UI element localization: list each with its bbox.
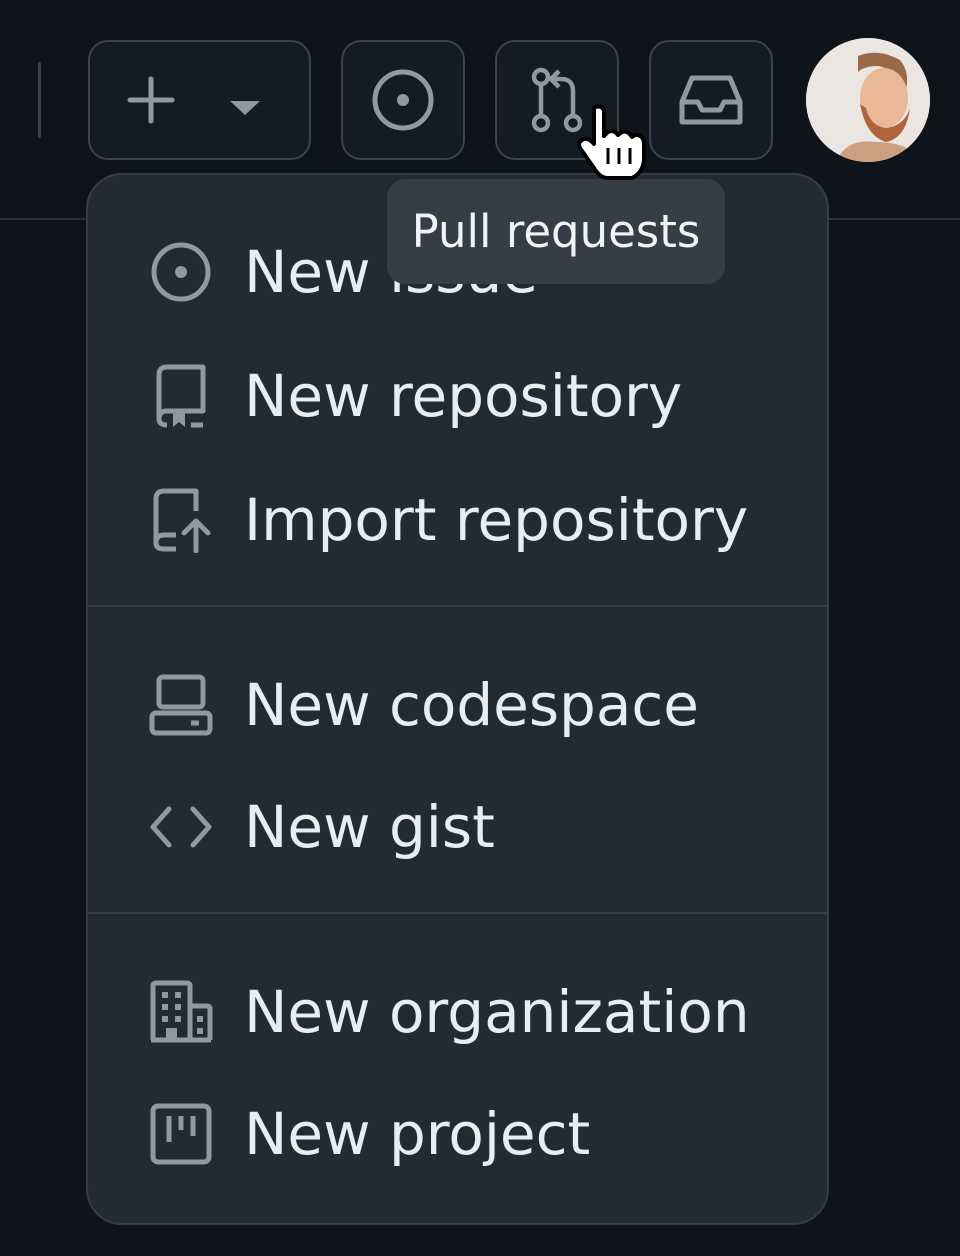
- codespaces-icon: [148, 672, 214, 738]
- hand-cursor-icon: [572, 102, 650, 182]
- menu-item-label: New project: [244, 1100, 591, 1168]
- menu-divider: [88, 912, 827, 914]
- inbox-icon: [678, 72, 744, 128]
- menu-divider: [88, 605, 827, 607]
- menu-item-new-repository[interactable]: New repository: [88, 341, 827, 451]
- repo-icon: [148, 363, 214, 429]
- menu-item-new-gist[interactable]: New gist: [88, 772, 827, 882]
- menu-item-label: New codespace: [244, 671, 699, 739]
- issue-opened-icon: [370, 67, 436, 133]
- header-divider: [38, 62, 41, 138]
- organization-icon: [148, 979, 214, 1045]
- avatar[interactable]: [806, 38, 930, 162]
- issues-button[interactable]: [341, 40, 465, 160]
- menu-item-new-organization[interactable]: New organization: [88, 957, 827, 1067]
- issue-opened-icon: [148, 239, 214, 305]
- menu-item-label: New organization: [244, 978, 750, 1046]
- menu-item-new-codespace[interactable]: New codespace: [88, 650, 827, 760]
- menu-item-label: Import repository: [244, 486, 749, 554]
- pull-requests-tooltip: Pull requests: [387, 179, 725, 284]
- create-new-menu: New issue New repository Import reposito…: [86, 173, 829, 1225]
- code-icon: [148, 794, 214, 860]
- plus-icon: [126, 75, 176, 125]
- menu-item-label: New repository: [244, 362, 683, 430]
- avatar-image: [806, 38, 930, 162]
- create-new-button[interactable]: [88, 40, 311, 160]
- repo-push-icon: [148, 487, 214, 553]
- menu-item-label: New gist: [244, 793, 495, 861]
- project-icon: [148, 1101, 214, 1167]
- inbox-button[interactable]: [649, 40, 773, 160]
- menu-item-import-repository[interactable]: Import repository: [88, 465, 827, 575]
- menu-item-new-project[interactable]: New project: [88, 1079, 827, 1189]
- triangle-down-icon: [228, 99, 262, 117]
